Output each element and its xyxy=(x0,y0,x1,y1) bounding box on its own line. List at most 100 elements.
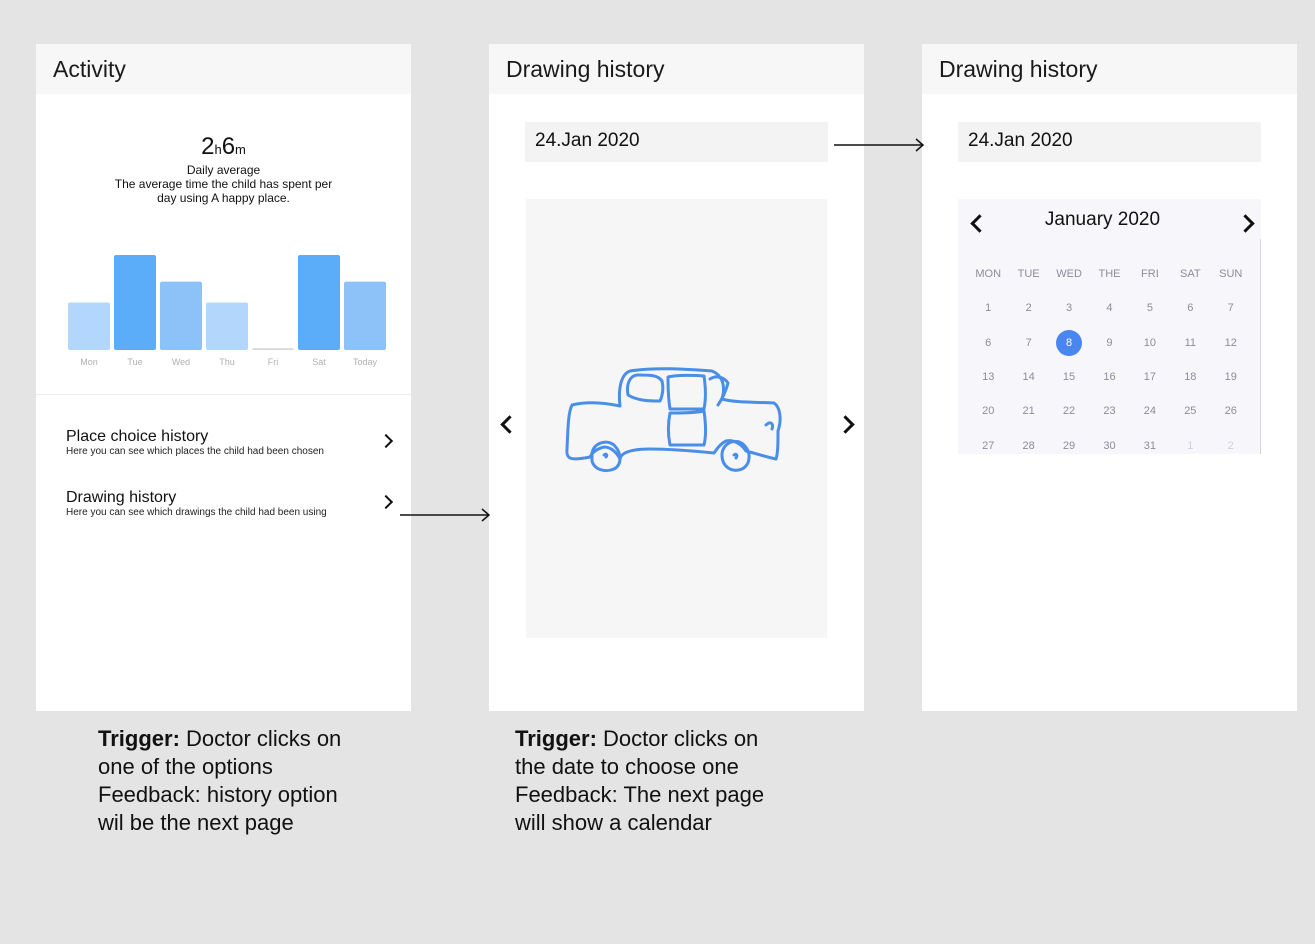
menu-item-description: Here you can see which drawings the chil… xyxy=(66,507,327,518)
next-drawing-arrow[interactable] xyxy=(836,415,855,434)
daily-average-value: 2h6m xyxy=(36,134,411,163)
flow-arrow-to-calendar xyxy=(834,138,925,152)
caption-line: the date to choose one xyxy=(515,754,739,779)
caption-line: will show a calendar xyxy=(515,810,712,835)
car-drawing xyxy=(565,367,782,473)
calendar-day[interactable]: 30 xyxy=(1089,440,1129,452)
caption-trigger-text: Doctor clicks on xyxy=(596,726,759,751)
menu-item-title: Drawing history xyxy=(66,489,177,506)
calendar-grid: MON TUE WED THE FRI SAT SUN 1 2 3 4 5 6 7 6 7 8 9 10 11 12 13… xyxy=(968,257,1251,463)
calendar-day[interactable]: 14 xyxy=(1008,371,1048,383)
menu-item-place-choice-history[interactable]: Place choice history Here you can see wh… xyxy=(66,428,401,462)
drawing-history-screen: Drawing history 24.Jan 2020 xyxy=(489,44,864,711)
weekday-label: THE xyxy=(1098,268,1121,281)
calendar-day[interactable]: 23 xyxy=(1089,405,1129,417)
drawing-canvas xyxy=(526,199,827,638)
caption-drawing: Trigger: Doctor clicks on the date to ch… xyxy=(515,725,815,837)
weekday-label: MON xyxy=(975,268,1002,281)
calendar-header: Drawing history xyxy=(922,44,1297,94)
calendar-day[interactable]: 1 xyxy=(968,302,1008,314)
activity-header: Activity xyxy=(36,44,411,94)
calendar-day[interactable]: 2 xyxy=(1008,302,1048,314)
calendar-day[interactable]: 3 xyxy=(1049,302,1089,314)
calendar-week-row: 27 28 29 30 31 1 2 xyxy=(968,428,1251,462)
calendar-week-row: 20 21 22 23 24 25 26 xyxy=(968,394,1251,428)
calendar-week-row: 6 7 8 9 10 11 12 xyxy=(968,326,1251,360)
calendar-day[interactable]: 5 xyxy=(1130,302,1170,314)
calendar-screen: Drawing history 24.Jan 2020 January 2020… xyxy=(922,44,1297,711)
caption-line: wil be the next page xyxy=(98,810,294,835)
calendar-day[interactable]: 22 xyxy=(1049,405,1089,417)
divider xyxy=(36,394,411,395)
menu-item-description: Here you can see which places the child … xyxy=(66,446,324,457)
previous-drawing-arrow[interactable] xyxy=(500,415,519,434)
weekday-label: SAT xyxy=(1180,268,1201,281)
calendar-day[interactable]: 31 xyxy=(1130,440,1170,452)
calendar-day[interactable]: 4 xyxy=(1089,302,1129,314)
daily-average-description: The average time the child has spent per… xyxy=(114,177,333,205)
calendar: January 2020 MON TUE WED THE FRI SAT SUN 1 2 3 4 5 6… xyxy=(958,199,1261,454)
calendar-day[interactable]: 25 xyxy=(1170,405,1210,417)
calendar-day[interactable]: 2 xyxy=(1211,440,1251,452)
calendar-day[interactable]: 28 xyxy=(1008,440,1048,452)
date-selector[interactable]: 24.Jan 2020 xyxy=(525,122,828,162)
calendar-day[interactable]: 20 xyxy=(968,405,1008,417)
x-tick-label: Thu xyxy=(219,357,235,367)
x-tick-label: Fri xyxy=(268,357,279,367)
calendar-day[interactable]: 11 xyxy=(1170,337,1210,349)
calendar-week-row: 1234567 xyxy=(968,291,1251,325)
calendar-week-row: 13 14 15 16 17 18 19 xyxy=(968,360,1251,394)
calendar-day[interactable]: 21 xyxy=(1008,405,1048,417)
calendar-day[interactable]: 6 xyxy=(968,337,1008,349)
calendar-day[interactable]: 18 xyxy=(1170,371,1210,383)
calendar-edge xyxy=(1260,239,1261,454)
caption-trigger-label: Trigger: xyxy=(98,726,180,751)
activity-screen: Activity 2h6m Daily average The average … xyxy=(36,44,411,711)
caption-trigger-text: Doctor clicks on xyxy=(179,726,342,751)
calendar-month-label: January 2020 xyxy=(1044,209,1161,230)
calendar-day[interactable]: 13 xyxy=(968,371,1008,383)
x-tick-label: Tue xyxy=(127,357,142,367)
weekday-label: TUE xyxy=(1017,268,1040,281)
daily-average-label: Daily average xyxy=(186,163,261,177)
weekday-label: WED xyxy=(1056,268,1082,281)
date-selector-value: 24.Jan 2020 xyxy=(535,130,640,151)
calendar-day[interactable]: 15 xyxy=(1049,371,1089,383)
date-selector-value: 24.Jan 2020 xyxy=(968,130,1073,151)
caption-line: Feedback: The next page xyxy=(515,782,765,807)
x-tick-label: Today xyxy=(353,357,378,367)
flow-arrow-to-drawing xyxy=(400,508,491,522)
hours-value: 2 xyxy=(201,133,215,160)
caption-trigger-label: Trigger: xyxy=(515,726,597,751)
calendar-day[interactable]: 19 xyxy=(1211,371,1251,383)
calendar-day[interactable]: 24 xyxy=(1130,405,1170,417)
calendar-day[interactable]: 10 xyxy=(1130,337,1170,349)
bar-fri xyxy=(252,348,294,350)
calendar-day[interactable]: 6 xyxy=(1170,302,1210,314)
bar-sat xyxy=(298,255,340,350)
calendar-day[interactable]: 26 xyxy=(1211,405,1251,417)
calendar-day[interactable]: 1 xyxy=(1170,440,1210,452)
caption-first-line: Trigger: Doctor clicks on xyxy=(98,725,398,753)
calendar-day[interactable]: 16 xyxy=(1089,371,1129,383)
activity-title: Activity xyxy=(53,56,126,82)
caption-line: one of the options xyxy=(98,754,273,779)
bar-thu xyxy=(206,302,248,350)
calendar-day[interactable]: 9 xyxy=(1089,337,1129,349)
calendar-day[interactable]: 29 xyxy=(1049,440,1089,452)
calendar-day[interactable]: 7 xyxy=(1008,337,1048,349)
weekday-header-row: MON TUE WED THE FRI SAT SUN xyxy=(968,257,1251,291)
calendar-screen-title: Drawing history xyxy=(939,56,1098,82)
calendar-day-selected[interactable]: 8 xyxy=(1049,329,1089,356)
caption-first-line: Trigger: Doctor clicks on xyxy=(515,725,815,753)
calendar-day[interactable]: 7 xyxy=(1211,302,1251,314)
date-selector[interactable]: 24.Jan 2020 xyxy=(958,122,1261,162)
calendar-day[interactable]: 17 xyxy=(1130,371,1170,383)
bar-today xyxy=(344,281,386,350)
menu-item-drawing-history[interactable]: Drawing history Here you can see which d… xyxy=(66,489,401,523)
drawing-history-title: Drawing history xyxy=(506,56,665,82)
caption-activity: Trigger: Doctor clicks on one of the opt… xyxy=(98,725,398,837)
x-tick-label: Mon xyxy=(80,357,98,367)
calendar-day[interactable]: 12 xyxy=(1211,337,1251,349)
calendar-day[interactable]: 27 xyxy=(968,440,1008,452)
